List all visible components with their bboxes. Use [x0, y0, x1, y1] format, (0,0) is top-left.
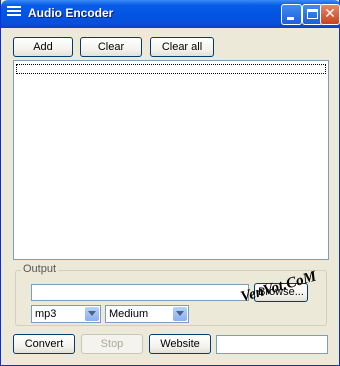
- app-window: Audio Encoder ✕ Add Clear Clear all Outp…: [0, 0, 340, 366]
- file-list-focus-row: [16, 64, 326, 74]
- quality-select-value: Medium: [109, 308, 149, 320]
- maximize-icon: [307, 9, 318, 19]
- clear-all-button[interactable]: Clear all: [150, 37, 214, 57]
- clear-button[interactable]: Clear: [80, 37, 142, 57]
- app-menu-icon[interactable]: [7, 6, 21, 21]
- quality-select[interactable]: Medium: [105, 305, 189, 323]
- stop-button: Stop: [81, 334, 143, 354]
- close-icon: ✕: [324, 6, 336, 22]
- website-button[interactable]: Website: [149, 334, 211, 354]
- chevron-down-icon[interactable]: [85, 307, 99, 321]
- close-button[interactable]: ✕: [320, 4, 340, 25]
- minimize-button[interactable]: [281, 4, 302, 25]
- output-group-label: Output: [21, 263, 59, 275]
- title-bar[interactable]: Audio Encoder ✕: [1, 0, 340, 28]
- output-path-input[interactable]: [31, 284, 249, 301]
- status-box: [216, 335, 328, 354]
- chevron-down-icon[interactable]: [173, 307, 187, 321]
- format-select[interactable]: mp3: [31, 305, 101, 323]
- window-title: Audio Encoder: [28, 6, 114, 20]
- minimize-icon: [287, 17, 294, 20]
- format-select-value: mp3: [35, 308, 57, 320]
- convert-button[interactable]: Convert: [13, 334, 75, 354]
- file-list[interactable]: [13, 60, 329, 260]
- add-button[interactable]: Add: [13, 37, 73, 57]
